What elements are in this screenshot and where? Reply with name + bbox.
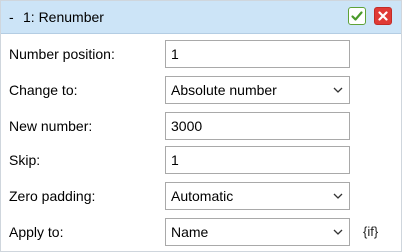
change-to-label: Change to: [9, 82, 78, 98]
number-position-input[interactable]: 1 [165, 40, 350, 68]
close-icon [378, 11, 388, 21]
close-button[interactable] [374, 7, 392, 25]
panel-title: 1: Renumber [23, 9, 104, 25]
skip-label: Skip: [9, 152, 41, 168]
new-number-label: New number: [9, 118, 93, 134]
chevron-down-icon [333, 229, 343, 235]
renumber-panel: - 1: Renumber Number position: 1 Change … [0, 0, 402, 252]
new-number-input[interactable]: 3000 [165, 112, 350, 140]
collapse-toggle[interactable]: - [9, 7, 21, 27]
new-number-value: 3000 [171, 118, 203, 134]
confirm-button[interactable] [348, 7, 366, 25]
apply-to-select[interactable]: Name [165, 218, 350, 246]
number-position-value: 1 [171, 46, 179, 62]
check-icon [351, 11, 363, 21]
apply-to-condition-link[interactable]: {if} [363, 219, 378, 245]
zero-padding-value: Automatic [171, 188, 234, 204]
zero-padding-label: Zero padding: [9, 188, 96, 204]
skip-value: 1 [171, 152, 179, 168]
chevron-down-icon [333, 87, 343, 93]
apply-to-value: Name [171, 224, 209, 240]
panel-titlebar: - 1: Renumber [1, 1, 401, 34]
zero-padding-select[interactable]: Automatic [165, 182, 350, 210]
change-to-select[interactable]: Absolute number [165, 76, 350, 104]
chevron-down-icon [333, 193, 343, 199]
apply-to-label: Apply to: [9, 224, 64, 240]
skip-input[interactable]: 1 [165, 146, 350, 174]
number-position-label: Number position: [9, 46, 115, 62]
change-to-value: Absolute number [171, 82, 277, 98]
